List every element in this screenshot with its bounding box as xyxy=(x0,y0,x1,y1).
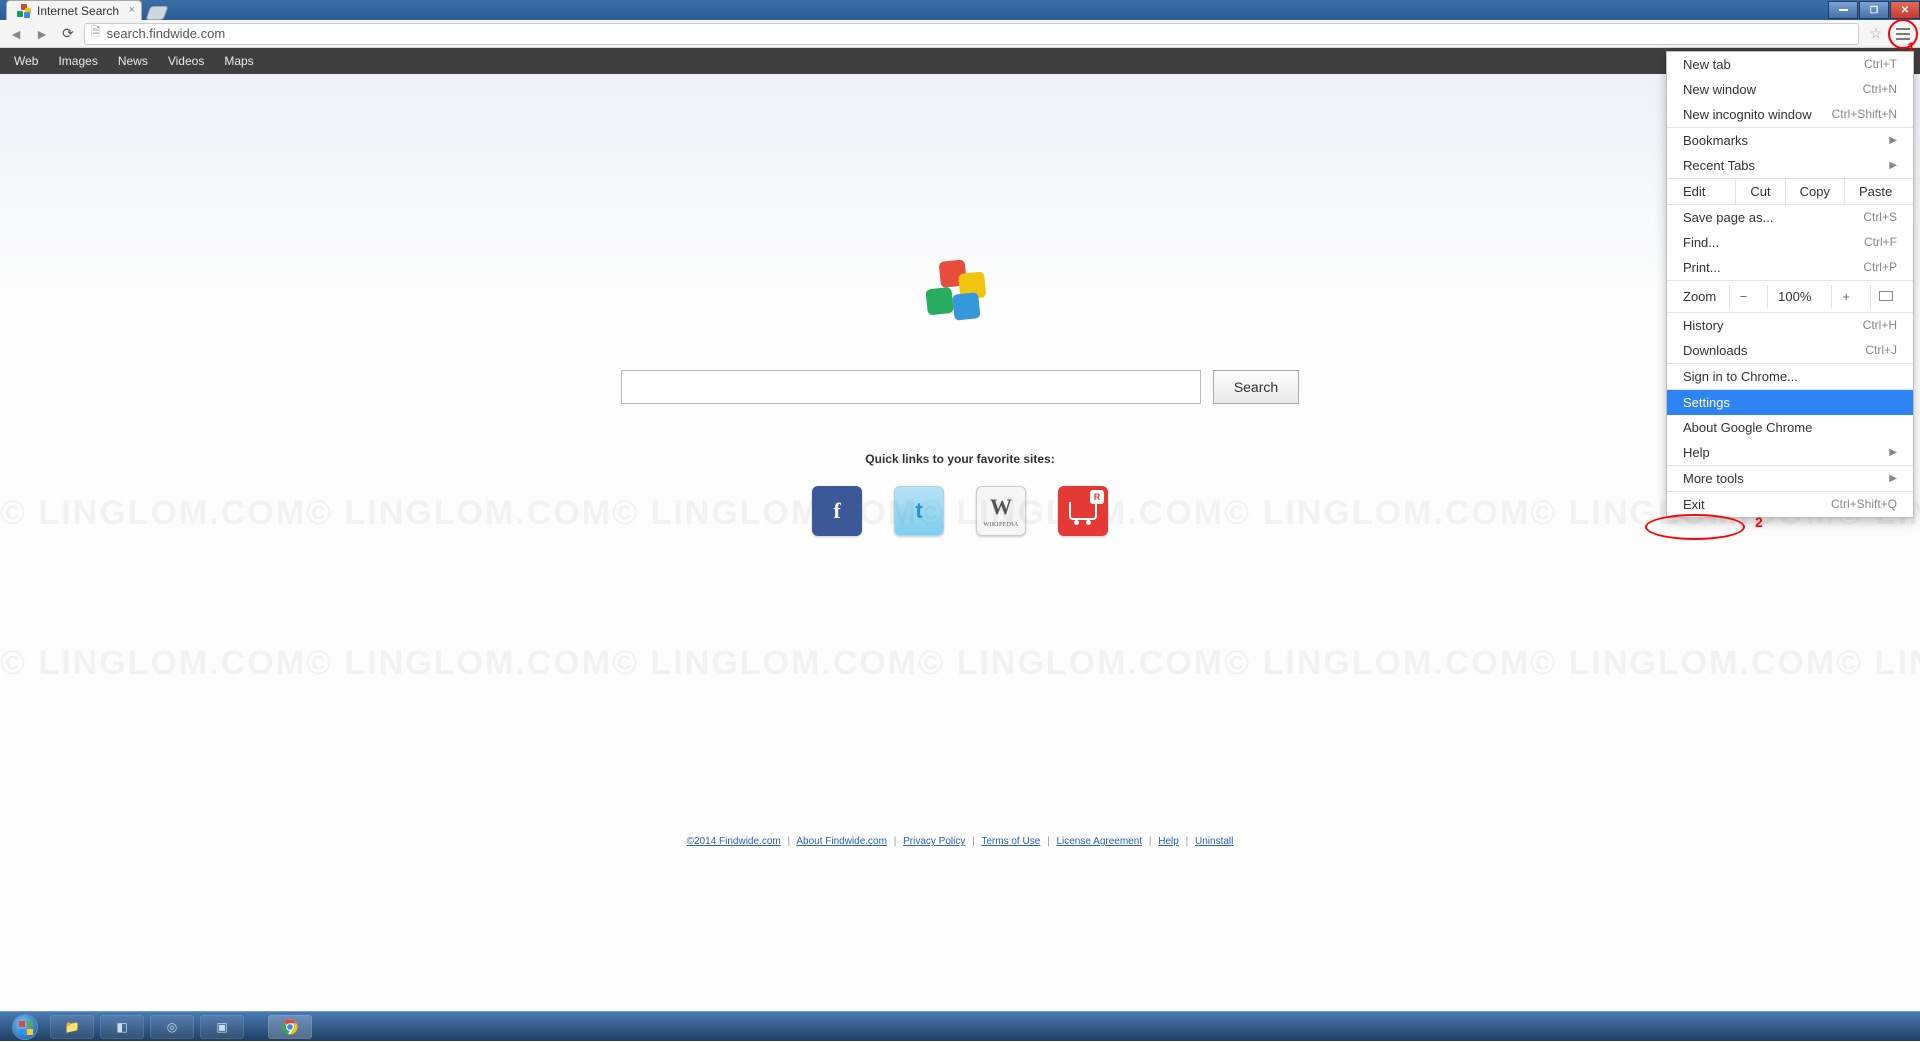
zoom-value: 100% xyxy=(1767,285,1821,308)
site-nav-maps[interactable]: Maps xyxy=(224,54,253,68)
app-icon: ◎ xyxy=(167,1020,177,1034)
menu-new-window[interactable]: New windowCtrl+N xyxy=(1667,77,1913,102)
windows-logo-icon xyxy=(12,1014,38,1040)
taskbar-explorer-button[interactable]: 📁 xyxy=(50,1015,94,1039)
url-text: search.findwide.com xyxy=(107,26,226,41)
watermark: © LINGLOM.COM© LINGLOM.COM © LINGLOM.COM… xyxy=(0,644,1920,683)
zoom-in-button[interactable]: + xyxy=(1831,285,1860,308)
chevron-right-icon: ▶ xyxy=(1889,473,1897,484)
taskbar-app-button[interactable]: ◧ xyxy=(100,1015,144,1039)
minimize-button[interactable] xyxy=(1828,1,1858,19)
menu-zoom-row: Zoom − 100% + xyxy=(1667,281,1913,312)
menu-about[interactable]: About Google Chrome xyxy=(1667,415,1913,440)
quicklink-shopping-icon[interactable]: R xyxy=(1058,486,1108,536)
search-button[interactable]: Search xyxy=(1213,370,1299,404)
address-bar[interactable]: 🗎 search.findwide.com xyxy=(84,23,1859,45)
chevron-right-icon: ▶ xyxy=(1889,160,1897,171)
chrome-menu-dropdown: New tabCtrl+T New windowCtrl+N New incog… xyxy=(1666,51,1914,518)
maximize-button[interactable] xyxy=(1859,1,1889,19)
taskbar-app-button[interactable]: ▣ xyxy=(200,1015,244,1039)
site-nav-videos[interactable]: Videos xyxy=(168,54,204,68)
bookmark-star-icon[interactable]: ☆ xyxy=(1865,25,1886,42)
menu-recent-tabs[interactable]: Recent Tabs▶ xyxy=(1667,153,1913,178)
chevron-right-icon: ▶ xyxy=(1889,447,1897,458)
tab-title: Internet Search xyxy=(37,4,119,18)
site-nav-images[interactable]: Images xyxy=(58,54,97,68)
site-nav-web[interactable]: Web xyxy=(14,54,38,68)
menu-new-tab[interactable]: New tabCtrl+T xyxy=(1667,52,1913,77)
annotation-number-2: 2 xyxy=(1755,514,1763,530)
menu-new-incognito[interactable]: New incognito windowCtrl+Shift+N xyxy=(1667,102,1913,127)
app-icon: ◧ xyxy=(116,1020,127,1034)
taskbar-chrome-button[interactable] xyxy=(268,1015,312,1039)
footer-about[interactable]: About Findwide.com xyxy=(796,836,887,847)
taskbar-app-button[interactable]: ◎ xyxy=(150,1015,194,1039)
search-input[interactable] xyxy=(621,370,1201,404)
page-footer: ©2014 Findwide.com | About Findwide.com … xyxy=(0,836,1920,847)
menu-zoom-label: Zoom xyxy=(1683,289,1719,304)
menu-paste[interactable]: Paste xyxy=(1844,179,1906,204)
folder-icon: 📁 xyxy=(65,1020,80,1034)
menu-bookmarks[interactable]: Bookmarks▶ xyxy=(1667,128,1913,153)
menu-sign-in[interactable]: Sign in to Chrome... xyxy=(1667,364,1913,389)
site-nav-news[interactable]: News xyxy=(118,54,148,68)
back-button[interactable]: ◄ xyxy=(6,24,26,44)
menu-more-tools[interactable]: More tools▶ xyxy=(1667,466,1913,491)
fullscreen-button[interactable] xyxy=(1870,285,1901,308)
chevron-right-icon: ▶ xyxy=(1889,135,1897,146)
menu-find[interactable]: Find...Ctrl+F xyxy=(1667,230,1913,255)
quick-links-row: f t W WIKIPEDIA R xyxy=(0,486,1920,536)
cart-icon xyxy=(1069,502,1097,520)
page-icon: 🗎 xyxy=(91,23,101,44)
fullscreen-icon xyxy=(1879,291,1893,301)
favicon-icon xyxy=(17,4,31,18)
footer-terms[interactable]: Terms of Use xyxy=(981,836,1040,847)
taskbar: 📁 ◧ ◎ ▣ xyxy=(0,1011,1920,1041)
chrome-icon xyxy=(282,1019,298,1035)
footer-uninstall[interactable]: Uninstall xyxy=(1195,836,1233,847)
footer-privacy[interactable]: Privacy Policy xyxy=(903,836,965,847)
footer-license[interactable]: License Agreement xyxy=(1056,836,1142,847)
zoom-out-button[interactable]: − xyxy=(1729,285,1758,308)
menu-exit[interactable]: ExitCtrl+Shift+Q xyxy=(1667,492,1913,517)
site-nav: Web Images News Videos Maps xyxy=(0,48,1920,74)
menu-edit-label: Edit xyxy=(1667,179,1735,204)
app-icon: ▣ xyxy=(216,1020,227,1034)
quicklink-wikipedia-icon[interactable]: W WIKIPEDIA xyxy=(976,486,1026,536)
quick-links-heading: Quick links to your favorite sites: xyxy=(0,452,1920,466)
page-content: © LINGLOM.COM© LINGLOM.COM © LINGLOM.COM… xyxy=(0,74,1920,1011)
site-logo-icon xyxy=(927,261,993,327)
menu-save-page[interactable]: Save page as...Ctrl+S xyxy=(1667,205,1913,230)
menu-help[interactable]: Help▶ xyxy=(1667,440,1913,465)
browser-toolbar: ◄ ► ⟳ 🗎 search.findwide.com ☆ 1 New tabC… xyxy=(0,20,1920,48)
footer-help[interactable]: Help xyxy=(1158,836,1179,847)
new-tab-button[interactable] xyxy=(146,6,169,20)
menu-settings[interactable]: Settings xyxy=(1667,390,1913,415)
reload-button[interactable]: ⟳ xyxy=(58,24,78,44)
menu-copy[interactable]: Copy xyxy=(1785,179,1844,204)
footer-copyright[interactable]: ©2014 Findwide.com xyxy=(687,836,781,847)
quicklink-facebook-icon[interactable]: f xyxy=(812,486,862,536)
forward-button[interactable]: ► xyxy=(32,24,52,44)
menu-print[interactable]: Print...Ctrl+P xyxy=(1667,255,1913,280)
menu-cut[interactable]: Cut xyxy=(1735,179,1784,204)
quicklink-twitter-icon[interactable]: t xyxy=(894,486,944,536)
tab-close-icon[interactable]: × xyxy=(129,4,135,16)
menu-downloads[interactable]: DownloadsCtrl+J xyxy=(1667,338,1913,363)
window-titlebar xyxy=(0,0,1920,20)
menu-history[interactable]: HistoryCtrl+H xyxy=(1667,313,1913,338)
window-close-button[interactable] xyxy=(1890,1,1920,19)
browser-tab[interactable]: Internet Search × xyxy=(6,0,142,20)
start-button[interactable] xyxy=(6,1012,44,1042)
